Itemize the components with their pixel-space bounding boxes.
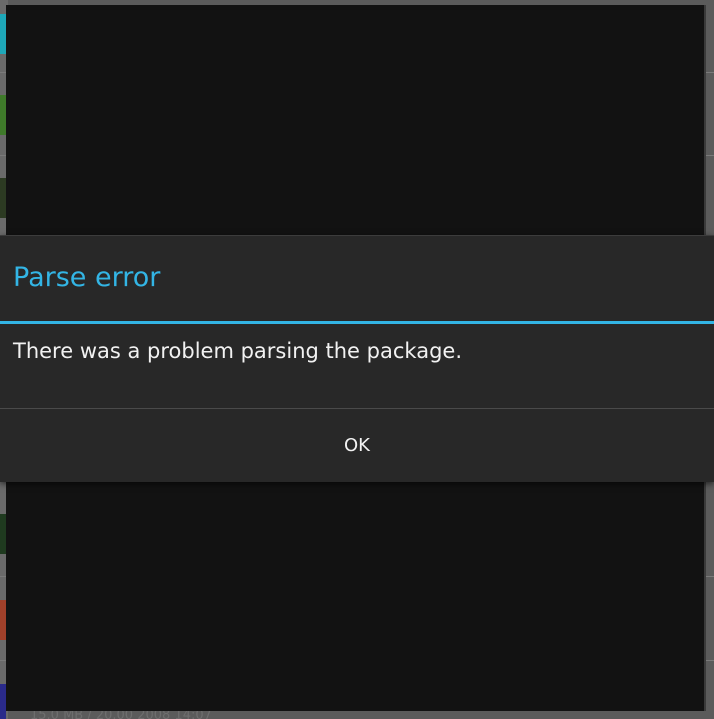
parse-error-dialog: Parse error There was a problem parsing … — [0, 235, 714, 482]
dialog-message: There was a problem parsing the package. — [13, 339, 462, 363]
dialog-title: Parse error — [13, 262, 161, 293]
ok-button[interactable]: OK — [0, 409, 714, 482]
dialog-title-divider — [0, 321, 714, 324]
screen: 15.0 MB / 20.00 2008 14:07 Parse error T… — [0, 0, 714, 719]
